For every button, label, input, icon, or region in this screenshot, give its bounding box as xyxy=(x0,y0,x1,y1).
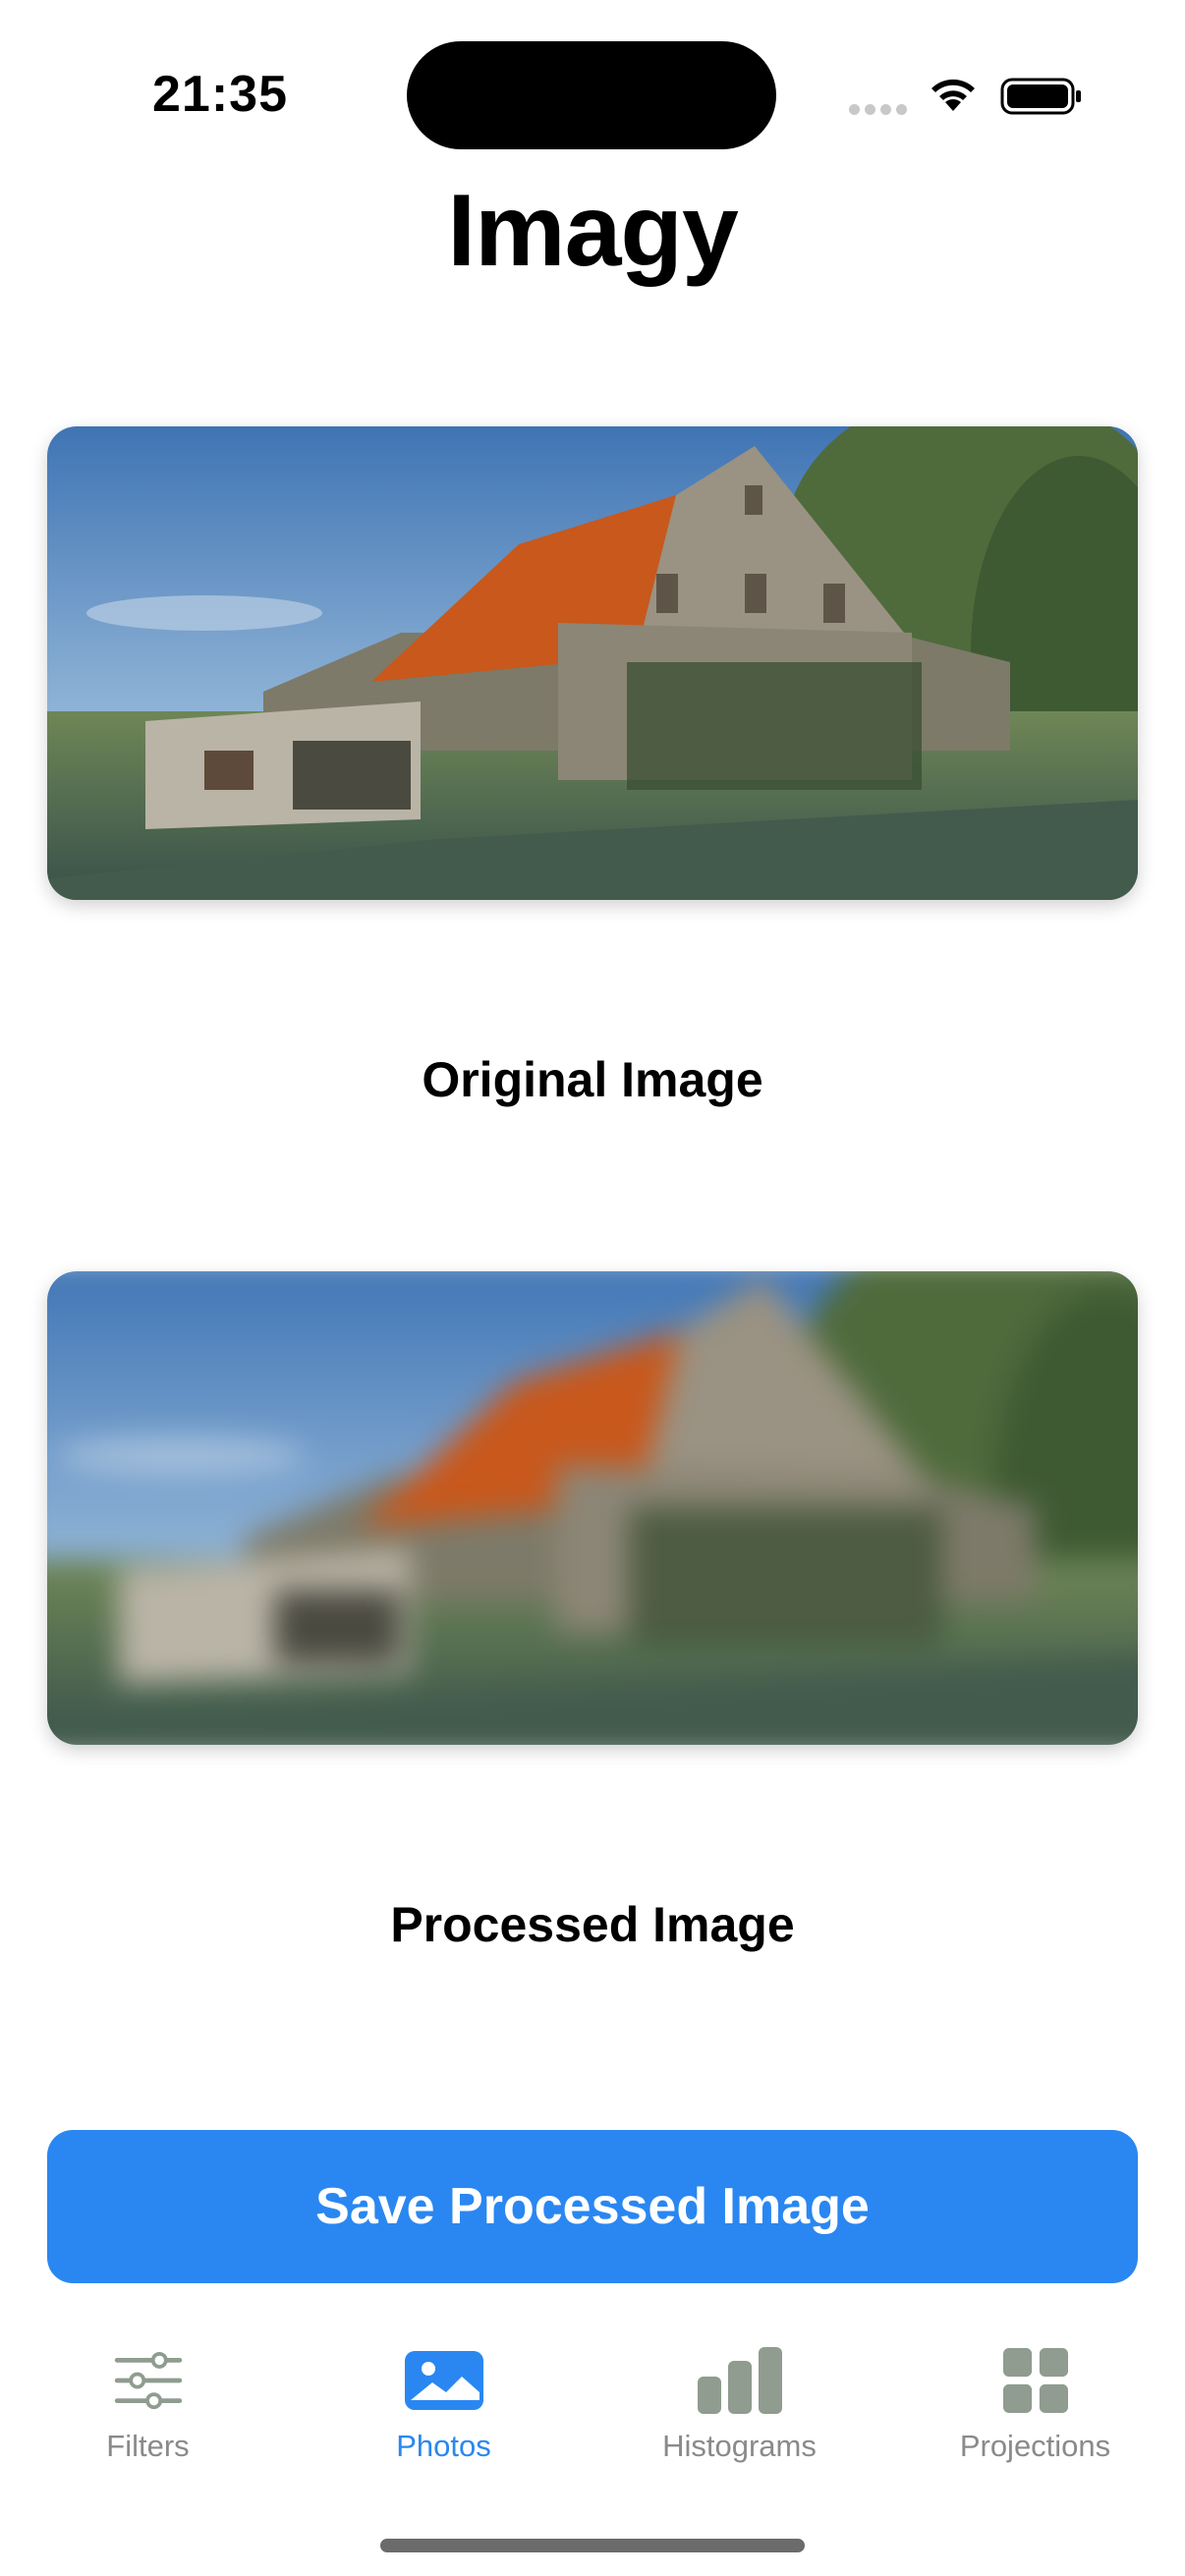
battery-icon xyxy=(1000,77,1083,116)
dynamic-island xyxy=(407,41,776,149)
bar-chart-icon xyxy=(696,2346,784,2415)
save-processed-image-button[interactable]: Save Processed Image xyxy=(47,2130,1138,2283)
tab-projections-label: Projections xyxy=(959,2429,1111,2463)
sliders-icon xyxy=(104,2346,193,2415)
tab-filters[interactable]: Filters xyxy=(0,2328,296,2505)
page-title: Imagy xyxy=(447,174,739,288)
photo-icon xyxy=(400,2346,488,2415)
cellular-signal-icon xyxy=(849,104,908,118)
grid-icon xyxy=(991,2346,1080,2415)
wifi-icon xyxy=(928,74,979,113)
tab-photos-label: Photos xyxy=(396,2429,491,2463)
original-image-caption: Original Image xyxy=(422,1052,763,1107)
tab-filters-label: Filters xyxy=(106,2429,190,2463)
original-image xyxy=(47,426,1138,900)
processed-image xyxy=(47,1271,1138,1745)
processed-image-caption: Processed Image xyxy=(390,1897,795,1952)
status-time: 21:35 xyxy=(152,66,288,123)
home-indicator[interactable] xyxy=(380,2539,805,2552)
tab-photos[interactable]: Photos xyxy=(296,2328,592,2505)
tab-histograms[interactable]: Histograms xyxy=(592,2328,887,2505)
status-bar: 21:35 xyxy=(0,0,1185,187)
tab-bar: Filters Photos Histograms Projections xyxy=(0,2328,1185,2505)
tab-histograms-label: Histograms xyxy=(662,2429,817,2463)
tab-projections[interactable]: Projections xyxy=(887,2328,1183,2505)
